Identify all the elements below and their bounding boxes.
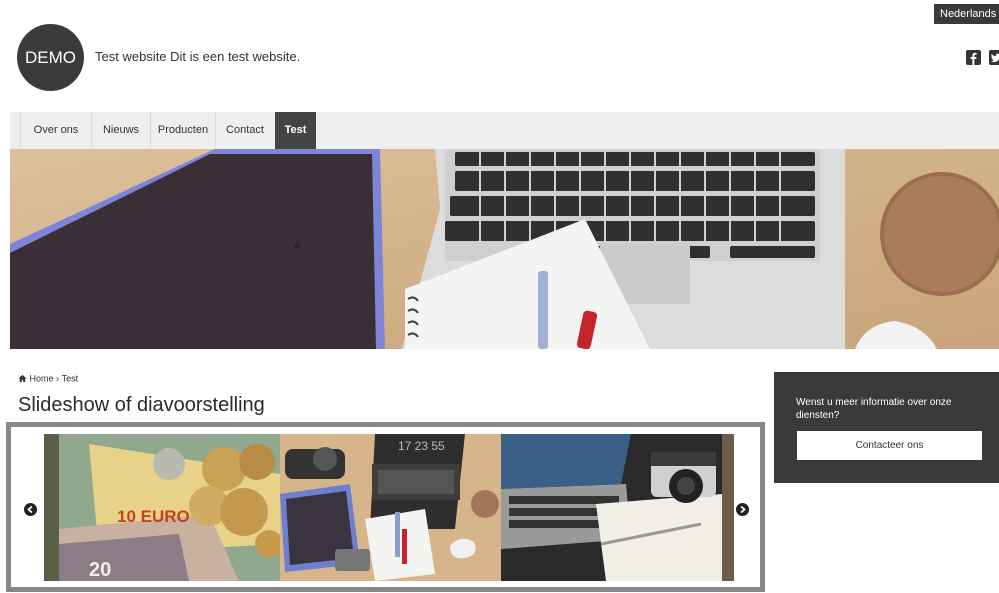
language-selector[interactable]: Nederlands (934, 4, 999, 24)
slide-peek-left (44, 434, 59, 581)
breadcrumb-home-link[interactable]: Home (30, 374, 54, 384)
page-title: Slideshow of diavoorstelling (18, 394, 265, 416)
slide-euros[interactable]: 10 EURO 20 (59, 434, 280, 581)
nav-item-test[interactable]: Test (275, 112, 316, 149)
hero-banner-image (10, 149, 999, 349)
slide-laptop-camera[interactable] (501, 434, 722, 581)
site-logo[interactable]: DEMO (17, 24, 84, 91)
arrow-left-icon[interactable] (24, 503, 37, 516)
breadcrumb: Home › Test (18, 373, 78, 384)
site-tagline: Test website Dit is een test website. (95, 49, 301, 64)
contact-button[interactable]: Contacteer ons (797, 431, 982, 460)
slide-desk[interactable]: 17 23 55 (280, 434, 501, 581)
facebook-icon[interactable] (966, 50, 981, 65)
slideshow-track: 10 EURO 20 17 23 55 (44, 434, 734, 581)
nav-item-contact[interactable]: Contact (215, 112, 274, 149)
slideshow: 10 EURO 20 17 23 55 (6, 422, 765, 592)
breadcrumb-separator: › (56, 373, 60, 384)
banknote-text-2: 20 (89, 559, 111, 581)
slide-peek-right (722, 434, 734, 581)
arrow-right-icon[interactable] (736, 503, 749, 516)
nav-item-producten[interactable]: Producten (150, 112, 215, 149)
nav-item-over-ons[interactable]: Over ons (20, 112, 91, 149)
nav-item-nieuws[interactable]: Nieuws (91, 112, 150, 149)
breadcrumb-current: Test (61, 373, 79, 384)
home-icon (18, 375, 27, 383)
banknote-text: 10 EURO (117, 507, 190, 526)
main-navigation: Over ons Nieuws Producten Contact Test (10, 112, 999, 149)
clock-text: 17 23 55 (398, 439, 445, 453)
info-box: Wenst u meer informatie over onze dienst… (774, 372, 999, 483)
twitter-icon[interactable] (989, 50, 999, 65)
info-text: Wenst u meer informatie over onze dienst… (796, 397, 952, 421)
